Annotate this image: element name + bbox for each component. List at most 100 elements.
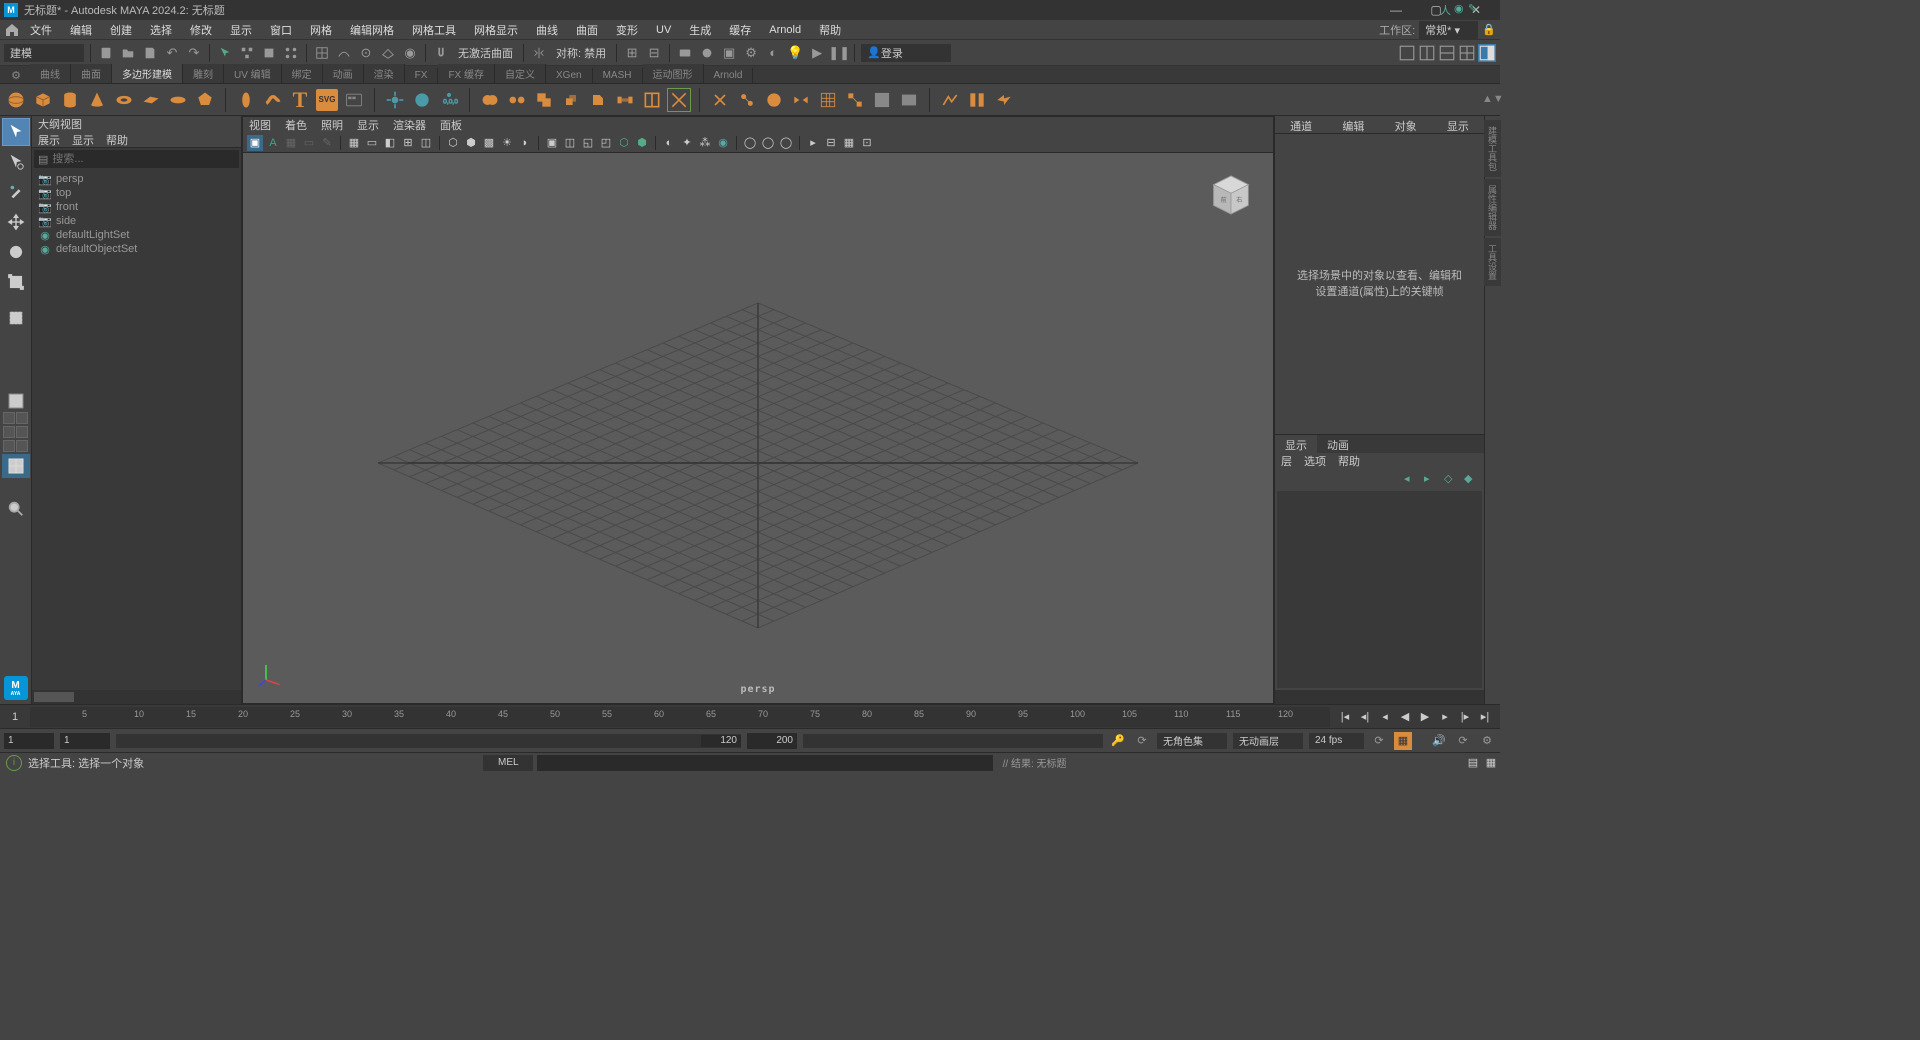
panel-layout4-icon[interactable]	[1458, 44, 1476, 62]
outliner-search-input[interactable]	[52, 153, 235, 165]
vp-light-icon[interactable]: ☀	[499, 135, 515, 151]
poly-cube-icon[interactable]	[31, 88, 55, 112]
shelf-tab-render[interactable]: 渲染	[364, 64, 405, 83]
prefs-icon[interactable]: ⟳	[1370, 732, 1388, 750]
quaddraw-icon[interactable]	[870, 88, 894, 112]
history-icon[interactable]: ⊞	[623, 44, 641, 62]
poly-sphere-icon[interactable]	[4, 88, 28, 112]
menu-display[interactable]: 显示	[222, 20, 260, 40]
home-icon[interactable]	[4, 22, 20, 38]
vp-multi-sample-icon[interactable]: ⁂	[697, 135, 713, 151]
vp-arnold1-icon[interactable]: ▸	[805, 135, 821, 151]
shelf-tab-polygons[interactable]: 多边形建模	[112, 64, 183, 83]
menu-meshdisplay[interactable]: 网格显示	[466, 20, 526, 40]
render-seq-icon[interactable]: ▣	[720, 44, 738, 62]
tab-edit[interactable]: 编辑	[1327, 116, 1379, 133]
vp-wf-shaded-icon[interactable]: ⬢	[634, 135, 650, 151]
layout-preset3[interactable]	[3, 440, 28, 452]
vp-expose3-icon[interactable]: ◯	[778, 135, 794, 151]
poly-cone-icon[interactable]	[85, 88, 109, 112]
play-fwd-icon[interactable]: ▶	[1416, 708, 1434, 726]
vp-2d-pan-icon[interactable]: ▭	[301, 135, 317, 151]
menu-edit[interactable]: 编辑	[62, 20, 100, 40]
menu-surface[interactable]: 曲面	[568, 20, 606, 40]
menu-generate[interactable]: 生成	[681, 20, 719, 40]
shelf-tab-fxcache[interactable]: FX 缓存	[438, 64, 495, 83]
snap-live-icon[interactable]: ◉	[401, 44, 419, 62]
light-editor-icon[interactable]: 💡	[786, 44, 804, 62]
vp-menu-show[interactable]: 显示	[357, 117, 379, 133]
mirror-icon[interactable]	[789, 88, 813, 112]
extrude-icon[interactable]	[559, 88, 583, 112]
boolean-icon[interactable]	[532, 88, 556, 112]
tab-channels[interactable]: 通道	[1275, 116, 1327, 133]
dock-tab-attr[interactable]: 属性编辑器	[1484, 179, 1501, 236]
timeline-ruler[interactable]: 5101520253035404550556065707580859095100…	[30, 707, 1330, 727]
shelf-tab-xgen[interactable]: XGen	[546, 68, 593, 83]
menu-uv[interactable]: UV	[648, 22, 679, 38]
go-end-icon[interactable]: ▸|	[1476, 708, 1494, 726]
range-playback-end[interactable]: 200	[747, 733, 797, 749]
layer-tab-anim[interactable]: 动画	[1317, 435, 1359, 453]
outliner-menu-help[interactable]: 帮助	[106, 132, 128, 147]
select-obj-icon[interactable]	[260, 44, 278, 62]
vp-image-plane-icon[interactable]: ▦	[283, 135, 299, 151]
snap-curve-icon[interactable]	[335, 44, 353, 62]
vp-cube-icon[interactable]: ⬡	[616, 135, 632, 151]
vp-field-chart-icon[interactable]: ⊞	[400, 135, 416, 151]
filter-icon[interactable]: ▤	[38, 153, 48, 166]
single-pane-icon[interactable]	[2, 392, 30, 410]
info-icon[interactable]: i	[6, 755, 22, 771]
layer-list[interactable]	[1277, 491, 1482, 688]
viewcube[interactable]: 前右	[1205, 169, 1257, 221]
menu-modify[interactable]: 修改	[182, 20, 220, 40]
outliner-list[interactable]: 📷persp 📷top 📷front 📷side ◉defaultLightSe…	[32, 170, 241, 690]
poly-torus-icon[interactable]	[112, 88, 136, 112]
shelf-tab-curves[interactable]: 曲线	[30, 64, 71, 83]
tab-show[interactable]: 显示	[1432, 116, 1484, 133]
hypershade-icon[interactable]: ◐	[764, 44, 782, 62]
ipr-icon[interactable]	[698, 44, 716, 62]
snap-grid-icon[interactable]	[313, 44, 331, 62]
redo-icon[interactable]: ↷	[185, 44, 203, 62]
menu-deform[interactable]: 变形	[608, 20, 646, 40]
layer-move-down-icon[interactable]: ▸	[1424, 472, 1438, 486]
range-track2[interactable]	[803, 734, 1103, 748]
select-mode-icon[interactable]	[216, 44, 234, 62]
range-settings-icon[interactable]: ▦	[1394, 732, 1412, 750]
outliner-search[interactable]: ▤	[34, 150, 239, 168]
poly-disc-icon[interactable]	[166, 88, 190, 112]
help-icon[interactable]: 人	[1440, 2, 1452, 14]
outliner-menu-show[interactable]: 显示	[72, 132, 94, 147]
menuset-selector[interactable]: 建模	[4, 44, 84, 62]
poly-sweep-icon[interactable]	[261, 88, 285, 112]
smooth-icon[interactable]	[762, 88, 786, 112]
select-comp-icon[interactable]	[282, 44, 300, 62]
shelf-tab-mash[interactable]: MASH	[593, 68, 643, 83]
sync-icon[interactable]: ⟳	[1454, 732, 1472, 750]
snap-point-icon[interactable]: ⊙	[357, 44, 375, 62]
reset-pivot-icon[interactable]: 0,0,0	[437, 88, 461, 112]
vp-menu-shading[interactable]: 着色	[285, 117, 307, 133]
menu-file[interactable]: 文件	[22, 20, 60, 40]
panel-layout1-icon[interactable]	[1398, 44, 1416, 62]
step-back-key-icon[interactable]: ◂|	[1356, 708, 1374, 726]
menu-select[interactable]: 选择	[142, 20, 180, 40]
snap-plane-icon[interactable]	[379, 44, 397, 62]
vp-xray-joint-icon[interactable]: ◱	[580, 135, 596, 151]
vp-shadow-icon[interactable]: ◗	[517, 135, 533, 151]
merge-icon[interactable]	[708, 88, 732, 112]
vp-film-gate-icon[interactable]: ▭	[364, 135, 380, 151]
vp-dof-icon[interactable]: ◉	[715, 135, 731, 151]
connect-icon[interactable]	[965, 88, 989, 112]
multicut-icon[interactable]	[667, 88, 691, 112]
shelf-gear-icon[interactable]: ⚙	[8, 67, 24, 83]
shelf-tab-rigging[interactable]: 绑定	[282, 64, 323, 83]
lasso-tool[interactable]	[2, 148, 30, 176]
make-live-icon[interactable]	[897, 88, 921, 112]
shelf-tab-fx[interactable]: FX	[405, 68, 439, 83]
paint-select-tool[interactable]	[2, 178, 30, 206]
panel-toggle-icon[interactable]	[1478, 44, 1496, 62]
shelf-tab-motion[interactable]: 运动图形	[643, 64, 704, 83]
rotate-tool[interactable]	[2, 238, 30, 266]
